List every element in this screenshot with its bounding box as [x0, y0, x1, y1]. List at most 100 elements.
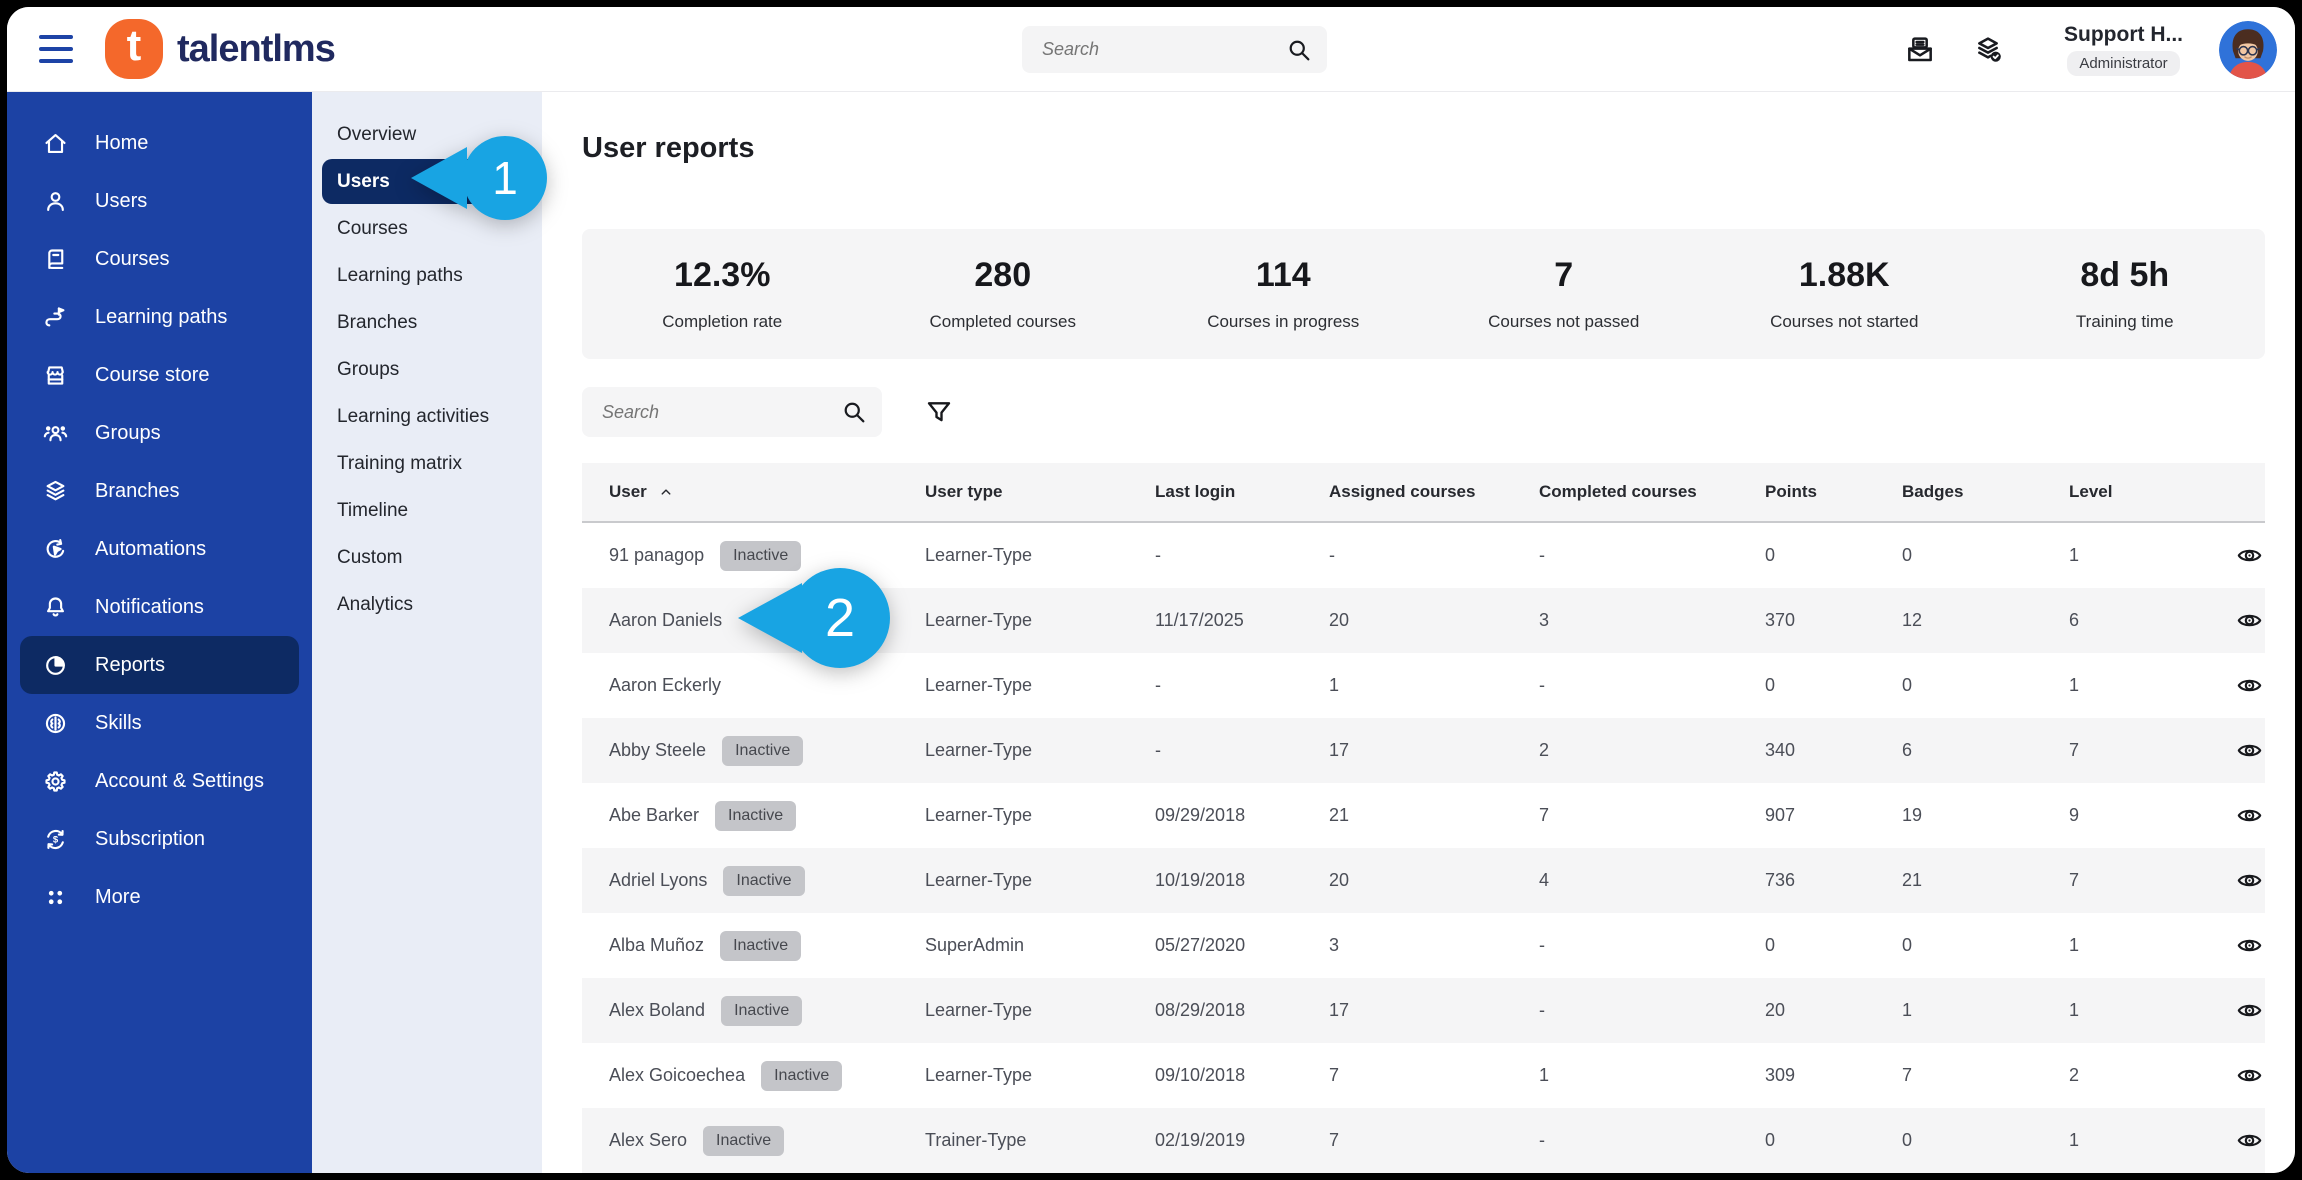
completed-courses-cell: 3	[1539, 610, 1550, 630]
column-header-points[interactable]: Points	[1765, 482, 1902, 502]
level-cell: 1	[2069, 1130, 2080, 1150]
sidebar-item-reports[interactable]: Reports	[20, 636, 299, 694]
table-row-alex-boland[interactable]: Alex Boland Inactive Learner-Type 08/29/…	[582, 978, 2265, 1043]
sidebar-item-skills[interactable]: Skills	[20, 694, 299, 752]
user-role-badge: Administrator	[2067, 51, 2180, 76]
sidebar-item-automations[interactable]: Automations	[20, 520, 299, 578]
subnav-item-analytics[interactable]: Analytics	[322, 582, 532, 627]
eye-icon[interactable]	[2236, 1127, 2263, 1154]
more-icon	[42, 884, 69, 911]
column-header-level[interactable]: Level	[2069, 482, 2234, 502]
user-menu[interactable]: Support H... Administrator	[2064, 23, 2183, 76]
eye-icon[interactable]	[2236, 737, 2263, 764]
groups-icon	[42, 420, 69, 447]
sidebar-item-more[interactable]: More	[20, 868, 299, 926]
global-search-input[interactable]	[1040, 38, 1285, 61]
column-header-user-type[interactable]: User type	[925, 482, 1155, 502]
user-name-cell: Abby Steele	[609, 740, 707, 760]
table-header-row: User User type Last login Assigned courses C…	[582, 463, 2265, 523]
badges-cell: 0	[1902, 935, 1913, 955]
main-content: User reports 12.3% Completion rate 280 C…	[542, 92, 2295, 1173]
subnav-item-timeline[interactable]: Timeline	[322, 488, 532, 533]
user-name-cell: Aaron Daniels	[609, 610, 723, 630]
eye-icon[interactable]	[2236, 997, 2263, 1024]
hamburger-menu-button[interactable]	[39, 35, 73, 63]
badges-cell: 0	[1902, 675, 1913, 695]
level-cell: 7	[2069, 870, 2080, 890]
settings-icon	[42, 768, 69, 795]
talentlms-logo-icon: t	[105, 19, 163, 79]
subnav-item-users[interactable]: Users	[322, 159, 532, 204]
subnav-item-training-matrix[interactable]: Training matrix	[322, 441, 532, 486]
sidebar-item-notifications[interactable]: Notifications	[20, 578, 299, 636]
brand-logo[interactable]: t talentlms	[105, 19, 336, 79]
table-row-alex-sero[interactable]: Alex Sero Inactive Trainer-Type 02/19/20…	[582, 1108, 2265, 1173]
last-login-cell: -	[1155, 740, 1161, 760]
sidebar-item-users[interactable]: Users	[20, 172, 299, 230]
table-row-alex-goicoechea[interactable]: Alex Goicoechea Inactive Learner-Type 09…	[582, 1043, 2265, 1108]
eye-icon[interactable]	[2236, 802, 2263, 829]
sidebar-item-courses[interactable]: Courses	[20, 230, 299, 288]
course-stack-icon[interactable]	[1972, 34, 2004, 66]
eye-icon[interactable]	[2236, 867, 2263, 894]
sidebar-item-groups[interactable]: Groups	[20, 404, 299, 462]
inactive-status-badge: Inactive	[715, 800, 797, 831]
sidebar-item-course-store[interactable]: Course store	[20, 346, 299, 404]
completed-courses-cell: 4	[1539, 870, 1550, 890]
table-row-aaron-daniels[interactable]: Aaron Daniels Learner-Type 11/17/2025 20…	[582, 588, 2265, 653]
sort-ascending-icon[interactable]	[657, 483, 675, 501]
subnav-item-custom[interactable]: Custom	[322, 535, 532, 580]
subnav-item-groups[interactable]: Groups	[322, 347, 532, 392]
table-row-alba-mu-oz[interactable]: Alba Muñoz Inactive SuperAdmin 05/27/202…	[582, 913, 2265, 978]
eye-icon[interactable]	[2236, 672, 2263, 699]
search-icon[interactable]	[1285, 36, 1313, 64]
search-icon[interactable]	[840, 398, 868, 426]
points-cell: 340	[1765, 740, 1796, 760]
subnav-item-courses[interactable]: Courses	[322, 206, 532, 251]
eye-icon[interactable]	[2236, 1062, 2263, 1089]
topbar-right: Support H... Administrator	[1904, 7, 2277, 92]
eye-icon[interactable]	[2236, 932, 2263, 959]
subnav-item-learning-paths[interactable]: Learning paths	[322, 253, 532, 298]
table-row-abby-steele[interactable]: Abby Steele Inactive Learner-Type - 17 2…	[582, 718, 2265, 783]
completed-courses-cell: -	[1539, 1130, 1545, 1150]
column-header-completed-courses[interactable]: Completed courses	[1539, 482, 1765, 502]
eye-icon[interactable]	[2236, 607, 2263, 634]
column-header-assigned-courses[interactable]: Assigned courses	[1329, 482, 1539, 502]
subnav-item-learning-activities[interactable]: Learning activities	[322, 394, 532, 439]
column-header-user[interactable]: User	[609, 482, 925, 502]
table-row-abe-barker[interactable]: Abe Barker Inactive Learner-Type 09/29/2…	[582, 783, 2265, 848]
table-search-input[interactable]	[600, 400, 840, 424]
stat-completion-rate: 12.3% Completion rate	[582, 229, 863, 359]
column-header-badges[interactable]: Badges	[1902, 482, 2069, 502]
sidebar-item-learning-paths[interactable]: Learning paths	[20, 288, 299, 346]
table-row-91-panagop[interactable]: 91 panagop Inactive Learner-Type - - - 0…	[582, 523, 2265, 588]
learning-paths-icon	[42, 304, 69, 331]
reports-subnav: Overview Users Courses Learning paths Br…	[312, 92, 542, 1173]
user-type-cell: Learner-Type	[925, 805, 1033, 825]
user-name-cell: Alex Goicoechea	[609, 1065, 746, 1085]
points-cell: 907	[1765, 805, 1796, 825]
table-search[interactable]	[582, 387, 882, 437]
table-body: 91 panagop Inactive Learner-Type - - - 0…	[582, 523, 2265, 1173]
sidebar-item-branches[interactable]: Branches	[20, 462, 299, 520]
stat-label: Completed courses	[929, 312, 1076, 331]
table-row-adriel-lyons[interactable]: Adriel Lyons Inactive Learner-Type 10/19…	[582, 848, 2265, 913]
badges-cell: 0	[1902, 545, 1913, 565]
points-cell: 0	[1765, 545, 1776, 565]
user-type-cell: Learner-Type	[925, 610, 1033, 630]
global-search[interactable]	[1022, 26, 1327, 73]
avatar[interactable]	[2219, 20, 2277, 79]
filter-icon[interactable]	[924, 397, 954, 427]
completed-courses-cell: 2	[1539, 740, 1550, 760]
inbox-message-icon[interactable]	[1904, 34, 1936, 66]
eye-icon[interactable]	[2236, 542, 2263, 569]
sidebar-item-home[interactable]: Home	[20, 114, 299, 172]
sidebar-item-account-settings[interactable]: Account & Settings	[20, 752, 299, 810]
table-row-aaron-eckerly[interactable]: Aaron Eckerly Learner-Type - 1 - 0 0 1	[582, 653, 2265, 718]
subnav-item-branches[interactable]: Branches	[322, 300, 532, 345]
points-cell: 0	[1765, 1130, 1776, 1150]
sidebar-item-subscription[interactable]: $ Subscription	[20, 810, 299, 868]
column-header-last-login[interactable]: Last login	[1155, 482, 1329, 502]
subnav-item-overview[interactable]: Overview	[322, 112, 532, 157]
